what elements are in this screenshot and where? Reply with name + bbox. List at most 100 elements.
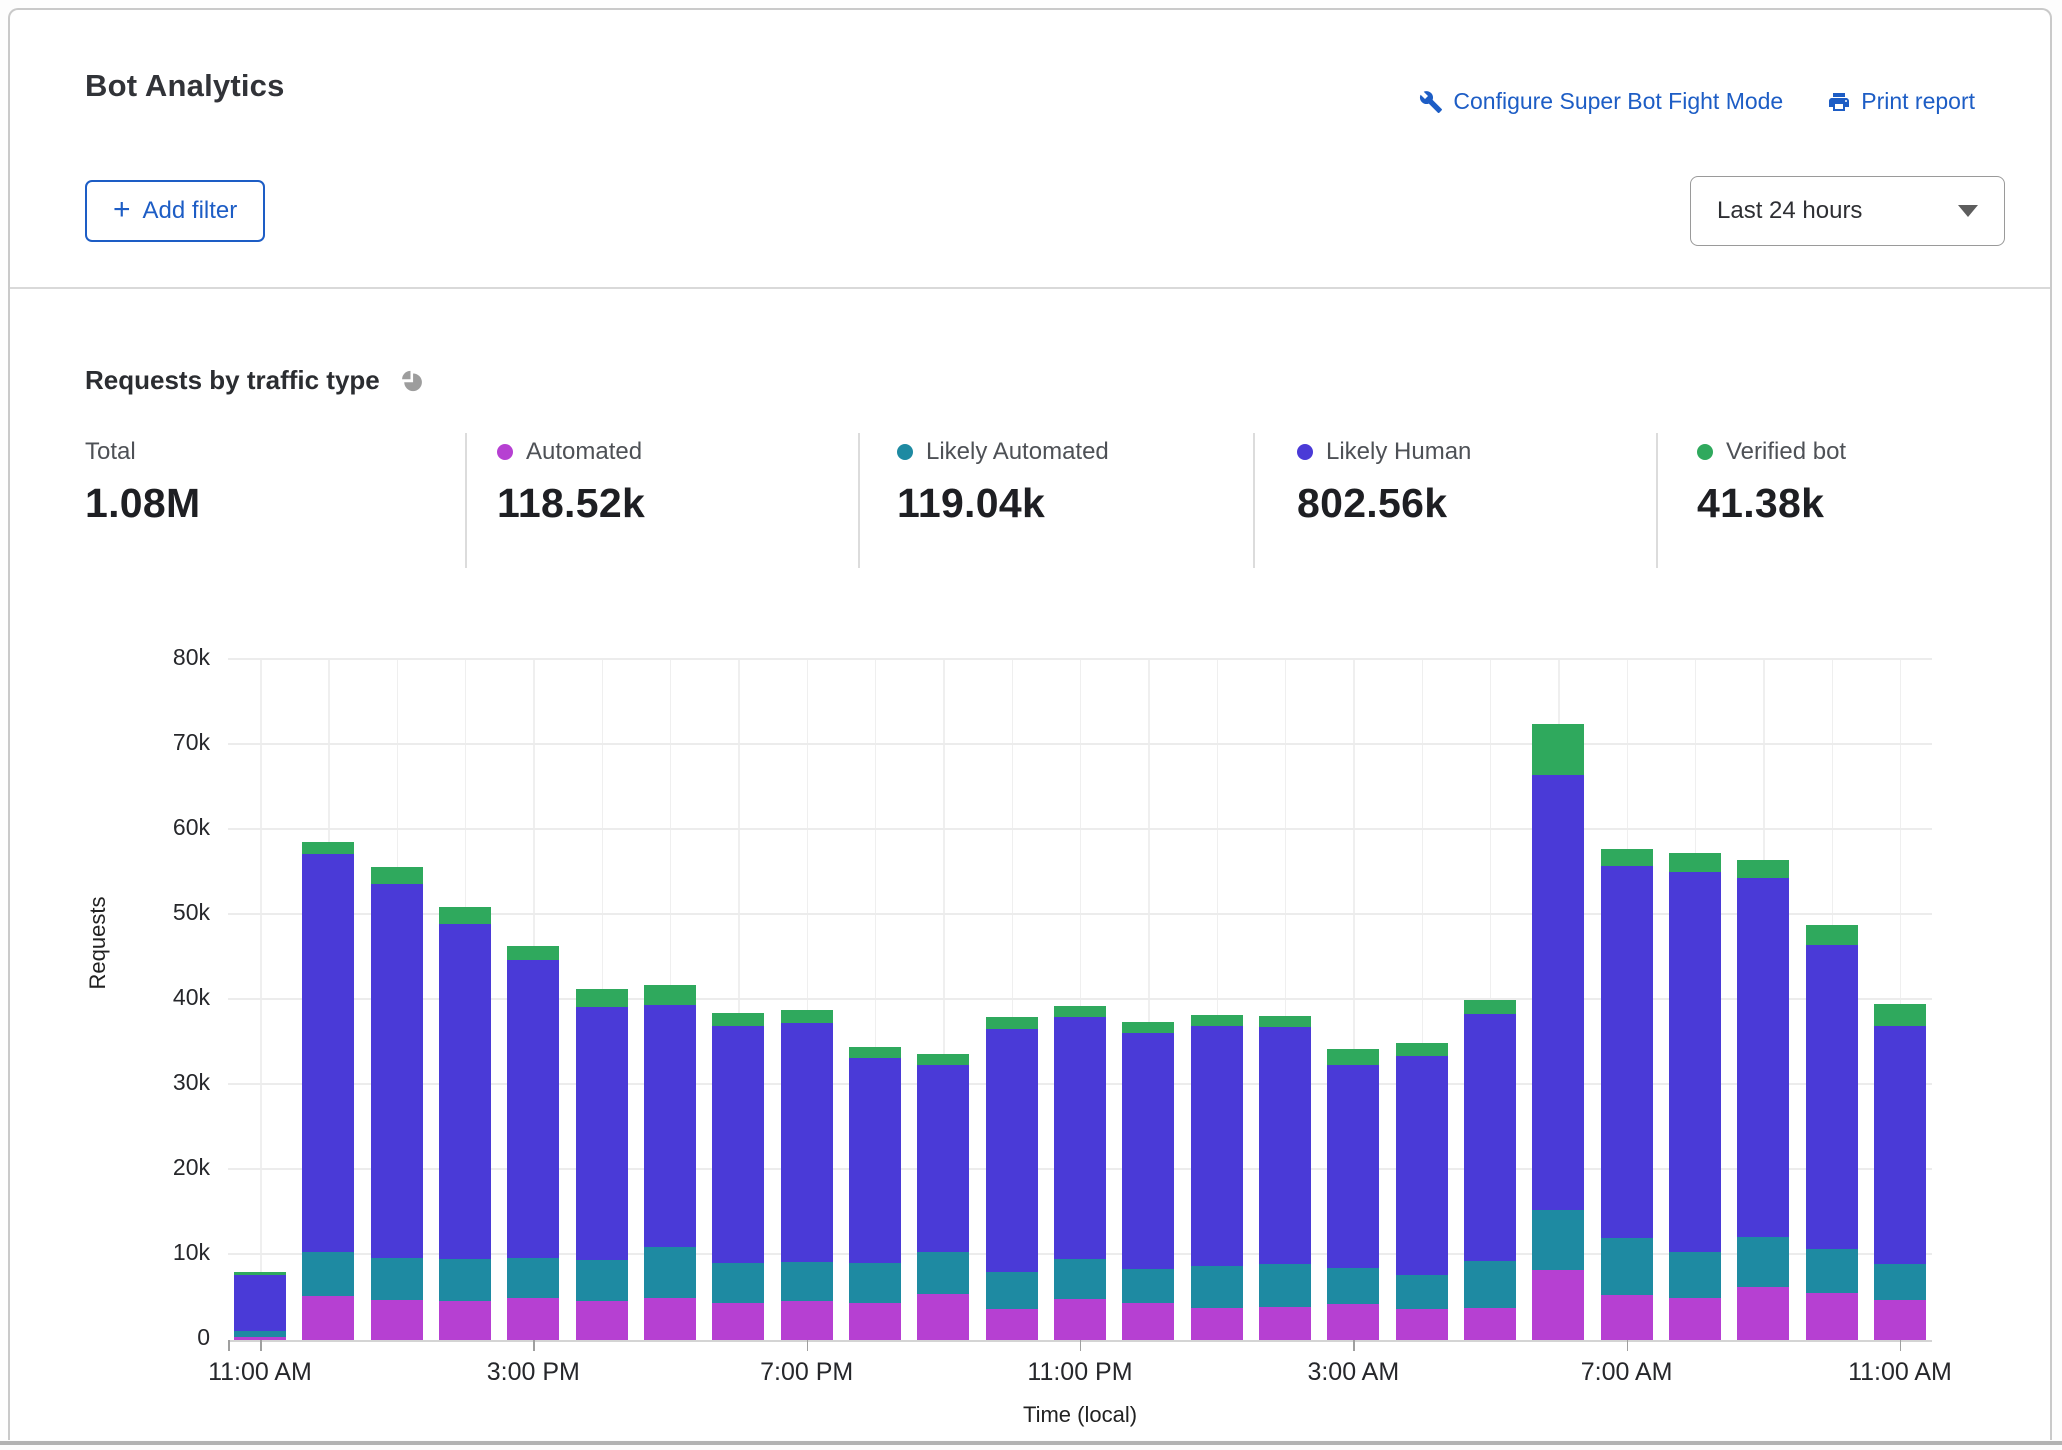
add-filter-button[interactable]: + Add filter (85, 180, 265, 242)
bar-group-3-00-am[interactable] (1327, 1049, 1379, 1340)
legend-dot (897, 444, 913, 460)
bar-group-7-00-am[interactable] (1601, 849, 1653, 1340)
bar-segment-verified-bot (1532, 724, 1584, 775)
bar-segment-verified-bot (234, 1272, 286, 1275)
section-title-row: Requests by traffic type (85, 365, 426, 396)
bar-group-6-00-am[interactable] (1532, 724, 1584, 1340)
bar-segment-verified-bot (917, 1054, 969, 1065)
bar-segment-verified-bot (644, 985, 696, 1005)
bar-segment-likely-human (781, 1023, 833, 1262)
bar-segment-likely-automated (1259, 1264, 1311, 1307)
bar-segment-likely-human (1464, 1014, 1516, 1261)
bar-segment-likely-automated (712, 1263, 764, 1303)
bot-analytics-card: Bot Analytics Configure Super Bot Fight … (8, 8, 2052, 1440)
bar-group-11-00-am[interactable] (1874, 1004, 1926, 1340)
x-tick-mark (1080, 1340, 1082, 1351)
y-axis-title: Requests (85, 873, 111, 1013)
bar-segment-automated (1259, 1307, 1311, 1340)
bar-segment-likely-human (986, 1029, 1038, 1272)
stat-divider (1253, 433, 1255, 568)
bar-segment-likely-human (917, 1065, 969, 1252)
bar-group-11-00-pm[interactable] (1054, 1006, 1106, 1340)
bar-segment-automated (1327, 1304, 1379, 1340)
stat-likely-automated: Likely Automated119.04k (897, 438, 1109, 527)
bar-segment-verified-bot (1806, 925, 1858, 945)
bar-group-5-00-pm[interactable] (644, 985, 696, 1340)
bar-segment-likely-automated (302, 1252, 354, 1295)
bar-group-11-00-am[interactable] (234, 1272, 286, 1340)
y-tick-label: 20k (110, 1154, 210, 1181)
bar-group-5-00-am[interactable] (1464, 1000, 1516, 1340)
bar-segment-verified-bot (1122, 1022, 1174, 1033)
add-filter-label: Add filter (143, 197, 238, 225)
stat-label: Total (85, 438, 136, 466)
bar-segment-likely-human (1327, 1065, 1379, 1267)
bar-group-9-00-pm[interactable] (917, 1054, 969, 1340)
bar-segment-likely-automated (1396, 1275, 1448, 1309)
bar-group-6-00-pm[interactable] (712, 1013, 764, 1340)
print-report-link[interactable]: Print report (1827, 88, 1975, 115)
bar-segment-automated (917, 1294, 969, 1340)
bar-segment-verified-bot (1327, 1049, 1379, 1065)
x-tick-label: 11:00 PM (990, 1358, 1170, 1387)
time-range-select[interactable]: Last 24 hours (1690, 176, 2005, 246)
bar-group-2-00-pm[interactable] (439, 907, 491, 1341)
bar-group-4-00-am[interactable] (1396, 1043, 1448, 1340)
y-tick-label: 50k (110, 899, 210, 926)
bar-segment-likely-human (849, 1058, 901, 1263)
bar-segment-verified-bot (1737, 860, 1789, 878)
bar-group-12-00-am[interactable] (1122, 1022, 1174, 1340)
bar-segment-verified-bot (576, 989, 628, 1007)
bar-group-4-00-pm[interactable] (576, 989, 628, 1340)
bar-segment-automated (712, 1303, 764, 1340)
bar-segment-likely-automated (1054, 1259, 1106, 1299)
bar-group-7-00-pm[interactable] (781, 1010, 833, 1340)
bar-segment-likely-human (712, 1026, 764, 1263)
stat-label: Likely Human (1326, 438, 1471, 466)
x-tick-mark (1627, 1340, 1629, 1351)
bar-segment-automated (1532, 1270, 1584, 1340)
bar-segment-likely-human (1601, 866, 1653, 1238)
bar-segment-likely-human (1054, 1017, 1106, 1259)
bar-segment-automated (644, 1298, 696, 1341)
x-tick-mark (1900, 1340, 1902, 1351)
card-bottom-border (0, 1441, 2062, 1445)
x-axis-origin-tick (228, 1340, 230, 1351)
bar-segment-automated (1191, 1308, 1243, 1340)
bar-segment-likely-human (302, 854, 354, 1253)
bar-segment-likely-human (371, 884, 423, 1258)
bar-segment-automated (1737, 1287, 1789, 1340)
bar-group-10-00-am[interactable] (1806, 925, 1858, 1340)
x-tick-label: 7:00 PM (717, 1358, 897, 1387)
configure-super-bot-fight-mode-link[interactable]: Configure Super Bot Fight Mode (1419, 88, 1783, 115)
bar-group-3-00-pm[interactable] (507, 946, 559, 1340)
pie-chart-icon (398, 367, 426, 395)
bar-segment-verified-bot (1191, 1015, 1243, 1026)
bar-segment-automated (439, 1301, 491, 1340)
bar-group-8-00-am[interactable] (1669, 853, 1721, 1340)
bar-group-10-00-pm[interactable] (986, 1017, 1038, 1340)
y-tick-label: 10k (110, 1239, 210, 1266)
bar-segment-likely-human (1396, 1056, 1448, 1274)
stat-divider (1656, 433, 1658, 568)
bar-group-1-00-am[interactable] (1191, 1015, 1243, 1340)
legend-dot (497, 444, 513, 460)
bar-segment-verified-bot (1396, 1043, 1448, 1056)
bar-group-1-00-pm[interactable] (371, 867, 423, 1340)
bar-group-8-00-pm[interactable] (849, 1047, 901, 1340)
stat-value: 1.08M (85, 480, 200, 527)
printer-icon (1827, 90, 1851, 114)
x-tick-label: 7:00 AM (1537, 1358, 1717, 1387)
bar-segment-likely-automated (1669, 1252, 1721, 1298)
y-tick-label: 60k (110, 814, 210, 841)
bar-group-2-00-am[interactable] (1259, 1016, 1311, 1340)
bar-segment-likely-automated (917, 1252, 969, 1295)
bar-segment-likely-automated (644, 1247, 696, 1297)
bar-group-9-00-am[interactable] (1737, 860, 1789, 1340)
bar-segment-verified-bot (712, 1013, 764, 1026)
bar-segment-likely-human (1191, 1026, 1243, 1266)
bar-group-12-00-pm[interactable] (302, 842, 354, 1340)
bar-segment-verified-bot (302, 842, 354, 854)
bar-segment-likely-automated (1874, 1264, 1926, 1300)
x-tick-label: 3:00 AM (1263, 1358, 1443, 1387)
